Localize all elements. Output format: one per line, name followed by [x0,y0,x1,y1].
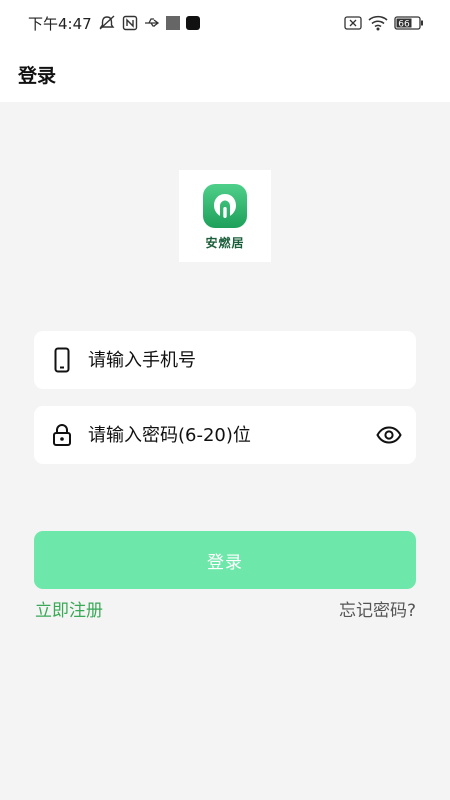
status-right: 66 [344,15,424,31]
notification-square-icon [165,16,180,30]
phone-icon [50,347,74,373]
status-time: 下午4:47 [28,14,92,33]
app-logo: 安燃居 [179,170,271,262]
nfc-icon [122,15,138,31]
usb-icon [144,16,160,30]
page-title: 登录 [18,64,57,87]
header: 登录 [0,46,450,102]
phone-input[interactable] [88,340,404,380]
status-bar: 下午4:47 66 [0,0,450,46]
battery-icon: 66 [394,15,424,31]
logo-icon [203,184,247,228]
battery-level: 66 [398,20,410,30]
phone-field[interactable] [34,331,416,389]
status-left: 下午4:47 [28,13,200,34]
no-sim-icon [344,16,362,30]
register-link[interactable]: 立即注册 [35,596,103,621]
logo-name: 安燃居 [205,236,245,250]
eye-icon[interactable] [374,420,404,450]
notification-app-icon [185,16,200,30]
lock-icon [50,422,74,448]
login-button[interactable]: 登录 [34,531,416,589]
password-field[interactable] [34,406,416,464]
password-input[interactable] [88,415,374,455]
forgot-password-link[interactable]: 忘记密码? [339,596,416,621]
wifi-icon [368,15,388,31]
mute-icon [98,15,116,31]
